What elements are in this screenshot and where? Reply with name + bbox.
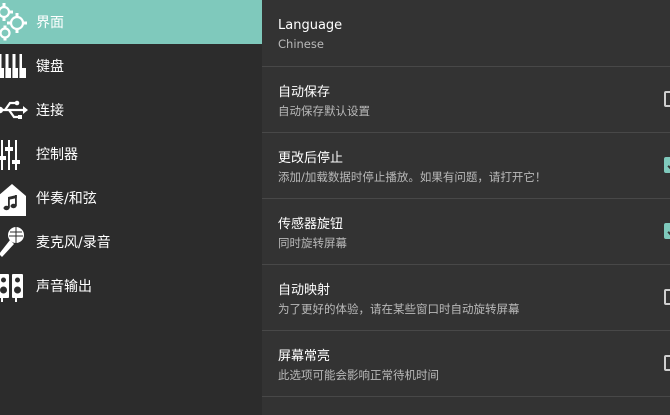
- music-house-icon: [0, 176, 32, 220]
- settings-screen: 界面 键盘 连接 控制器 伴奏/和弦 麦克风/录音 声音输出 Language …: [0, 0, 670, 415]
- auto-mapping-checkbox[interactable]: [664, 289, 670, 305]
- sidebar-item-controller[interactable]: 控制器: [0, 132, 262, 176]
- sidebar-item-label: 键盘: [36, 59, 64, 75]
- setting-description: 此选项可能会影响正常待机时间: [278, 368, 439, 382]
- gears-icon: [0, 0, 32, 44]
- setting-description: 同时旋转屏幕: [278, 236, 347, 250]
- piano-keys-icon: [0, 44, 32, 88]
- sidebar-item-label: 伴奏/和弦: [36, 191, 97, 207]
- sidebar-item-label: 连接: [36, 103, 64, 119]
- setting-title: 屏幕常亮: [278, 349, 331, 364]
- setting-title: Language: [278, 18, 343, 33]
- sidebar-item-sound-output[interactable]: 声音输出: [0, 264, 262, 308]
- setting-sensor-knob[interactable]: 传感器旋钮 同时旋转屏幕: [262, 199, 670, 265]
- microphone-icon: [0, 220, 32, 264]
- sidebar-item-connection[interactable]: 连接: [0, 88, 262, 132]
- sidebar-item-interface[interactable]: 界面: [0, 0, 262, 44]
- setting-title: 自动保存: [278, 85, 331, 100]
- setting-title: 更改后停止: [278, 151, 344, 166]
- sidebar-item-label: 控制器: [36, 147, 78, 163]
- usb-icon: [0, 88, 32, 132]
- settings-list: Language Chinese 自动保存 自动保存默认设置 更改后停止 添加/…: [262, 0, 670, 415]
- auto-save-checkbox[interactable]: [664, 91, 670, 107]
- setting-description: 为了更好的体验，请在某些窗口时自动旋转屏幕: [278, 302, 520, 316]
- setting-auto-save[interactable]: 自动保存 自动保存默认设置: [262, 67, 670, 133]
- sensor-knob-checkbox[interactable]: [664, 223, 670, 239]
- setting-screen-always-on[interactable]: 屏幕常亮 此选项可能会影响正常待机时间: [262, 331, 670, 397]
- setting-value: Chinese: [278, 37, 324, 51]
- sidebar-item-label: 声音输出: [36, 279, 92, 295]
- setting-title: 自动映射: [278, 283, 331, 298]
- setting-description: 自动保存默认设置: [278, 104, 370, 118]
- setting-auto-mapping[interactable]: 自动映射 为了更好的体验，请在某些窗口时自动旋转屏幕: [262, 265, 670, 331]
- sidebar-item-label: 麦克风/录音: [36, 235, 111, 251]
- sidebar-item-label: 界面: [36, 15, 64, 31]
- sidebar-item-microphone[interactable]: 麦克风/录音: [0, 220, 262, 264]
- setting-stop-after-change[interactable]: 更改后停止 添加/加载数据时停止播放。如果有问题，请打开它！: [262, 133, 670, 199]
- setting-description: 添加/加载数据时停止播放。如果有问题，请打开它！: [278, 170, 547, 184]
- sidebar-item-accompaniment[interactable]: 伴奏/和弦: [0, 176, 262, 220]
- screen-always-on-checkbox[interactable]: [664, 355, 670, 371]
- sliders-icon: [0, 132, 32, 176]
- sidebar: 界面 键盘 连接 控制器 伴奏/和弦 麦克风/录音 声音输出: [0, 0, 262, 415]
- sidebar-item-keyboard[interactable]: 键盘: [0, 44, 262, 88]
- stop-after-change-checkbox[interactable]: [664, 157, 670, 173]
- setting-title: 传感器旋钮: [278, 217, 344, 232]
- setting-language[interactable]: Language Chinese: [262, 0, 670, 67]
- speakers-icon: [0, 264, 32, 308]
